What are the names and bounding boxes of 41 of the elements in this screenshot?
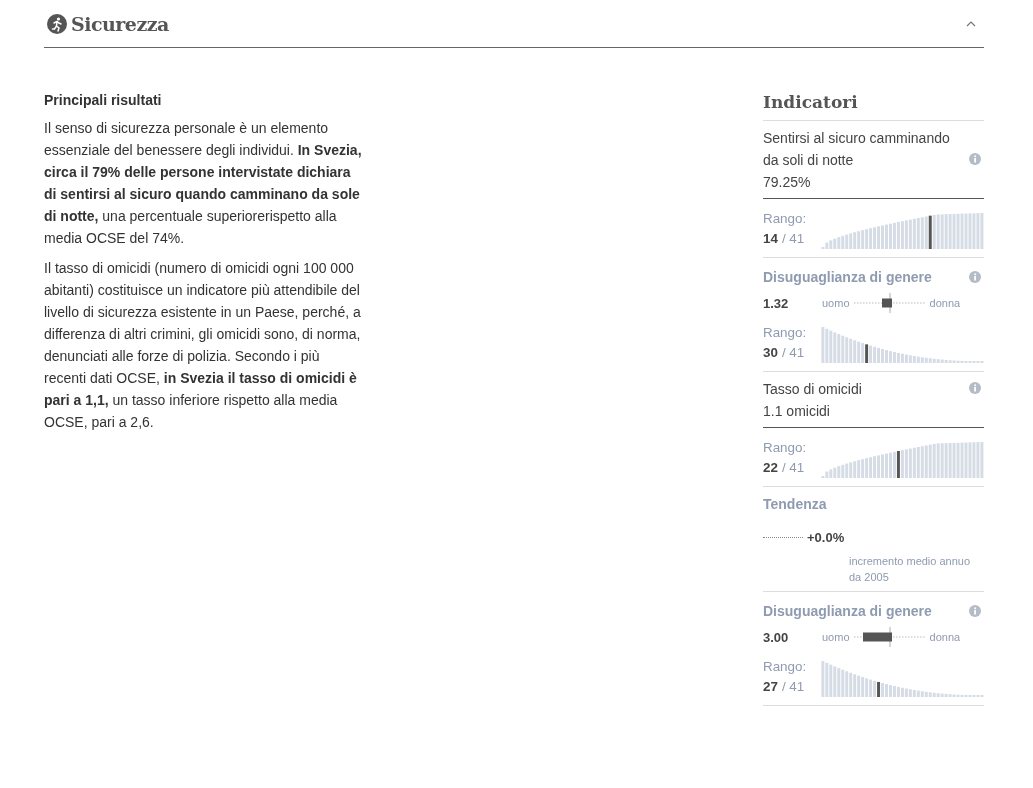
scale-label: uomo [822,631,850,643]
indicator-value: 79.25% [763,173,812,192]
rank-number: 27 [763,679,778,694]
rank-number: 30 [763,345,778,360]
paragraph: Il senso di sicurezza personale è un elemento essenziale del benessere degli individui. In Svezia, circa il 79% delle persone intervistate dichiara di sentirsi al sicuro quando camminano da sole di notte, una percentuale superiorerispetto alla media OCSE del 74%. [44,119,362,248]
trend-label: Tendenza [763,495,828,514]
scale-label: uomo [822,297,850,309]
sidebar-title: Indicatori [763,86,984,121]
rank-total: / 41 [781,345,805,360]
rank-label: Rango: [763,324,807,342]
trend-note: incremento medio annuo da 2005 [849,554,972,585]
rank-label: Rango: [763,658,807,676]
paragraph: Il tasso di omicidi (numero di omicidi ogni 100 000 abitanti) costituisce un indicatore più attendibile del livello di sicurezza esistente in un Paese, perché, a differenza di altri crimini, gli omicidi sono, di norma, denunciati alle forze di polizia. Secondo i più recenti dati OCSE, in Svezia il tasso di omicidi è pari a 1,1, un tasso inferiore rispetto alla media OCSE, pari a 2,6. [44,259,362,432]
indicator-label: Disuguaglianza di genere [763,602,932,621]
section-heading: Principali risultati [44,91,163,110]
indicator-value: 1.1 omicidi [763,402,831,421]
rank-number: 14 [763,231,778,246]
info-icon[interactable] [969,271,981,283]
info-icon[interactable] [969,605,981,617]
rank-label: Rango: [763,210,807,228]
gender-value: 1.32 [763,295,790,311]
info-icon[interactable] [969,382,981,394]
gender-gap-bar [862,632,892,642]
rank-label: Rango: [763,439,807,457]
gender-gap-bar [881,298,892,308]
rank-total: / 41 [781,231,805,246]
scale-label: donna [929,631,961,643]
trend-value: +0.0% [807,530,845,545]
indicator-label: Disuguaglianza di genere [763,268,932,287]
info-icon[interactable] [969,153,981,165]
section-title: Sicurezza [71,12,170,35]
indicator-label: Sentirsi al sicuro camminando da soli di notte [763,129,951,170]
rank-total: / 41 [781,460,805,475]
scale-label: donna [929,297,961,309]
collapse-caret-icon[interactable] [966,20,976,27]
indicator-label: Tasso di omicidi [763,380,863,399]
rank-number: 22 [763,460,778,475]
rank-total: / 41 [781,679,805,694]
trend-line [763,537,803,538]
gender-value: 3.00 [763,629,790,645]
running-person-icon [47,13,67,34]
